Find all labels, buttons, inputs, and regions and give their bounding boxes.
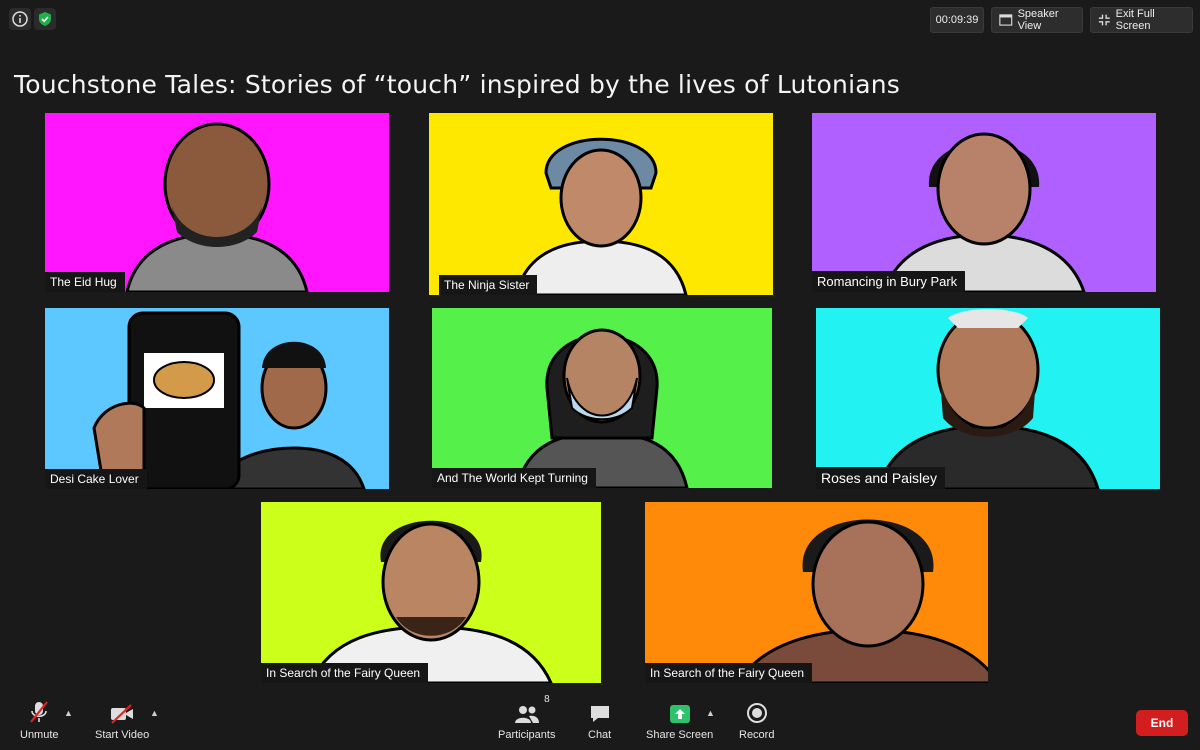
- video-options-caret[interactable]: ▲: [150, 708, 159, 718]
- participant-name: Romancing in Bury Park: [812, 271, 966, 292]
- video-tile[interactable]: The Eid Hug: [45, 113, 389, 292]
- participant-name: In Search of the Fairy Queen: [261, 663, 429, 683]
- audio-options-caret[interactable]: ▲: [64, 708, 73, 718]
- participant-avatar: [309, 520, 553, 683]
- record-icon: [746, 700, 768, 724]
- video-tile[interactable]: Romancing in Bury Park: [812, 113, 1156, 292]
- participant-name: And The World Kept Turning: [432, 468, 596, 488]
- share-screen-label: Share Screen: [646, 729, 714, 741]
- participant-name: Roses and Paisley: [816, 467, 945, 489]
- meeting-info-icon[interactable]: [9, 8, 31, 30]
- exit-fullscreen-label: Exit Full Screen: [1115, 8, 1155, 32]
- video-off-icon: [109, 700, 135, 724]
- video-tile[interactable]: Roses and Paisley: [816, 308, 1160, 489]
- participants-button[interactable]: 8 Participants: [498, 694, 556, 741]
- exit-fullscreen-button[interactable]: Exit Full Screen: [1090, 7, 1193, 33]
- start-video-button[interactable]: Start Video: [95, 700, 149, 741]
- share-screen-icon: [669, 700, 691, 724]
- record-label: Record: [739, 729, 775, 741]
- share-screen-button[interactable]: Share Screen: [646, 700, 713, 741]
- participant-avatar: [515, 328, 689, 488]
- participants-count-badge: 8: [544, 694, 550, 705]
- start-video-label: Start Video: [95, 729, 150, 741]
- chat-icon: [589, 700, 611, 724]
- record-button[interactable]: Record: [739, 700, 774, 741]
- video-tile[interactable]: In Search of the Fairy Queen: [261, 502, 601, 683]
- page-title: Touchstone Tales: Stories of “touch” ins…: [14, 70, 901, 99]
- share-options-caret[interactable]: ▲: [706, 708, 715, 718]
- chat-label: Chat: [588, 729, 612, 741]
- participant-name: The Eid Hug: [45, 272, 125, 292]
- muted-microphone-icon: [28, 700, 50, 724]
- video-tile[interactable]: The Ninja Sister: [429, 113, 773, 295]
- meeting-timer: 00:09:39: [930, 7, 984, 33]
- participants-label: Participants: [498, 729, 556, 741]
- unmute-button[interactable]: Unmute: [20, 700, 59, 741]
- chat-button[interactable]: Chat: [588, 700, 611, 741]
- video-tile[interactable]: And The World Kept Turning: [432, 308, 772, 488]
- speaker-view-button[interactable]: Speaker View: [991, 7, 1083, 33]
- participant-avatar: [736, 519, 988, 683]
- participant-name: The Ninja Sister: [439, 275, 538, 295]
- video-tile[interactable]: In Search of the Fairy Queen: [645, 502, 988, 683]
- participant-avatar: [125, 122, 309, 292]
- participant-avatar: [514, 137, 688, 295]
- unmute-label: Unmute: [20, 729, 59, 741]
- speaker-view-label: Speaker View: [1017, 8, 1059, 32]
- participant-avatar: [882, 132, 1086, 292]
- video-tile[interactable]: Desi Cake Lover: [45, 308, 389, 489]
- security-shield-icon[interactable]: [34, 8, 56, 30]
- speaker-view-icon: [999, 14, 1013, 26]
- participant-avatar: [876, 309, 1100, 489]
- participant-name: In Search of the Fairy Queen: [645, 663, 813, 683]
- participant-avatar: [92, 311, 366, 489]
- participants-icon: 8: [514, 694, 550, 724]
- participant-name: Desi Cake Lover: [45, 469, 147, 489]
- exit-fullscreen-icon: [1098, 14, 1110, 26]
- end-meeting-button[interactable]: End: [1136, 710, 1188, 736]
